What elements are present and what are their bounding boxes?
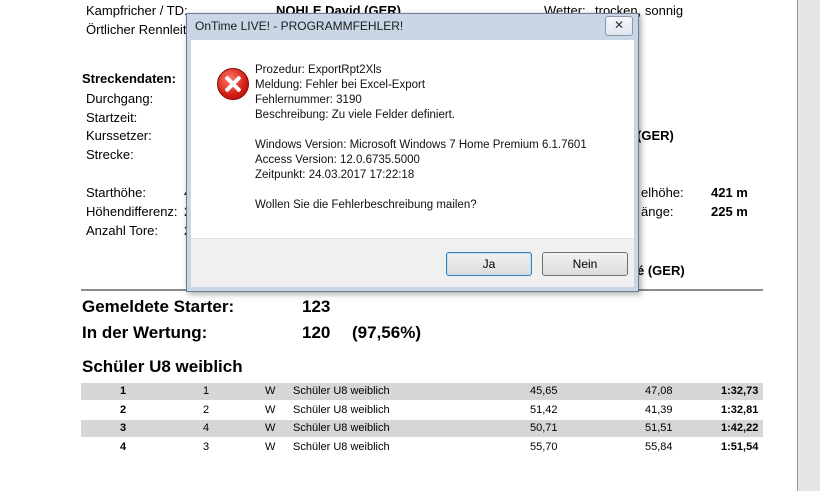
rank: 3 — [120, 422, 127, 434]
table-row: 1 1 W Schüler U8 weiblich 45,65 47,08 1:… — [81, 383, 763, 400]
bib: 3 — [203, 441, 210, 453]
table-row: 3 4 W Schüler U8 weiblich 50,71 51,51 1:… — [81, 420, 763, 437]
windows-version-text: Windows Version: Microsoft Windows 7 Hom… — [255, 139, 587, 151]
total-time: 1:51,54 — [721, 441, 759, 453]
no-button[interactable]: Nein — [542, 252, 628, 276]
laenge-label: änge: — [641, 204, 674, 219]
run1: 51,42 — [530, 404, 558, 416]
prozedur-text: Prozedur: ExportRpt2Xls — [255, 64, 382, 76]
table-row: 2 2 W Schüler U8 weiblich 51,42 41,39 1:… — [81, 402, 763, 419]
error-dialog: OnTime LIVE! - PROGRAMMFEHLER! ✕ Prozedu… — [186, 13, 639, 292]
dialog-footer: Ja Nein — [191, 238, 634, 287]
bib: 2 — [203, 404, 210, 416]
bib: 4 — [203, 422, 210, 434]
total-time: 1:32,73 — [721, 385, 759, 397]
page-margin — [797, 0, 820, 491]
rank: 2 — [120, 404, 127, 416]
bib: 1 — [203, 385, 210, 397]
table-row: 4 3 W Schüler U8 weiblich 55,70 55,84 1:… — [81, 439, 763, 456]
wertung-label: In der Wertung: — [82, 323, 208, 342]
error-icon — [217, 68, 249, 100]
run1: 45,65 — [530, 385, 558, 397]
beschreibung-text: Beschreibung: Zu viele Felder definiert. — [255, 109, 456, 121]
rennleiter-label: Örtlicher Rennleit — [86, 22, 187, 37]
access-version-text: Access Version: 12.0.6735.5000 — [255, 154, 420, 166]
durchgang-label: Durchgang: — [86, 91, 154, 106]
startzeit-label: Startzeit: — [86, 110, 138, 125]
run2: 41,39 — [645, 404, 673, 416]
wertung-value: 120 — [302, 323, 331, 342]
gemeldete-starter-value: 123 — [302, 297, 331, 316]
gemeldete-starter-label: Gemeldete Starter: — [82, 297, 235, 316]
fehlernummer-text: Fehlernummer: 3190 — [255, 94, 362, 106]
class: Schüler U8 weiblich — [293, 385, 390, 397]
wertung-percent: (97,56%) — [352, 323, 421, 342]
zeitpunkt-text: Zeitpunkt: 24.03.2017 17:22:18 — [255, 169, 415, 181]
sex: W — [265, 404, 276, 416]
sex: W — [265, 385, 276, 397]
kurssetzer-label: Kurssetzer: — [86, 128, 152, 143]
meldung-text: Meldung: Fehler bei Excel-Export — [255, 79, 426, 91]
total-time: 1:42,22 — [721, 422, 759, 434]
kurssetzer-country: (GER) — [637, 128, 674, 143]
laenge-value: 225 m — [711, 204, 748, 219]
zielhoehe-value: 421 m — [711, 185, 748, 200]
vorlaeufer-country: é (GER) — [637, 263, 685, 278]
strecke-label: Strecke: — [86, 147, 134, 162]
page-edge — [797, 0, 798, 491]
run1: 50,71 — [530, 422, 558, 434]
close-button[interactable]: ✕ — [605, 16, 633, 36]
run2: 51,51 — [645, 422, 673, 434]
yes-button[interactable]: Ja — [446, 252, 532, 276]
hoehendifferenz-label: Höhendifferenz: — [86, 204, 178, 219]
class: Schüler U8 weiblich — [293, 404, 390, 416]
run1: 55,70 — [530, 441, 558, 453]
zielhoehe-label: elhöhe: — [641, 185, 684, 200]
anzahl-tore-label: Anzahl Tore: — [86, 223, 159, 238]
dialog-title: OnTime LIVE! - PROGRAMMFEHLER! — [195, 19, 404, 33]
sex: W — [265, 422, 276, 434]
starthoehe-label: Starthöhe: — [86, 185, 146, 200]
run2: 55,84 — [645, 441, 673, 453]
kampfrichter-label: Kampfricher / TD: — [86, 3, 188, 18]
class: Schüler U8 weiblich — [293, 441, 390, 453]
class: Schüler U8 weiblich — [293, 422, 390, 434]
question-text: Wollen Sie die Fehlerbeschreibung mailen… — [255, 199, 477, 211]
category-title: Schüler U8 weiblich — [82, 357, 243, 376]
sex: W — [265, 441, 276, 453]
total-time: 1:32,81 — [721, 404, 759, 416]
rank: 4 — [120, 441, 127, 453]
dialog-body: Prozedur: ExportRpt2Xls Meldung: Fehler … — [191, 40, 634, 238]
run2: 47,08 — [645, 385, 673, 397]
streckendaten-label: Streckendaten: — [82, 71, 176, 86]
rank: 1 — [120, 385, 127, 397]
